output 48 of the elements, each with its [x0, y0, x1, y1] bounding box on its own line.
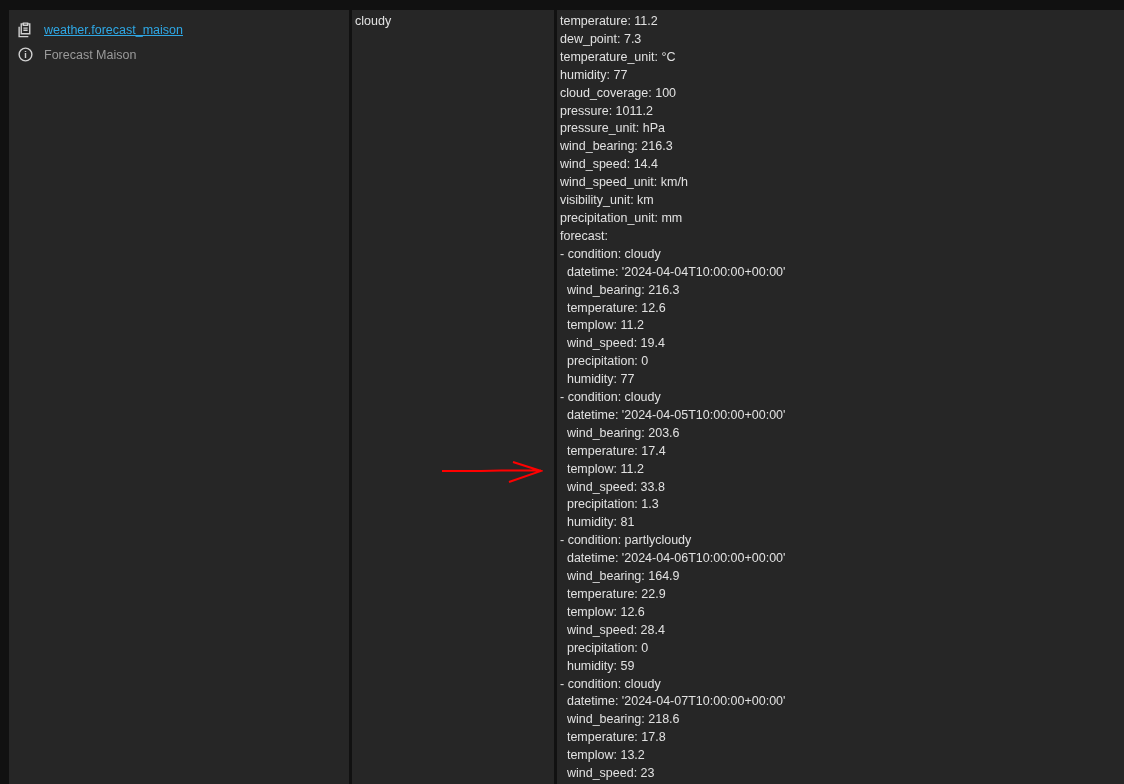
attribute-line: templow: 13.2 — [565, 747, 646, 765]
attribute-line: humidity: 59 — [565, 657, 636, 675]
attribute-line: temperature: 12.6 — [565, 299, 667, 317]
attribute-line: wind_bearing: 218.6 — [565, 711, 681, 729]
attribute-line: wind_bearing: 164.9 — [565, 568, 681, 586]
attribute-line: wind_bearing: 216.3 — [565, 281, 681, 299]
attribute-line: datetime: '2024-04-04T10:00:00+00:00' — [565, 263, 787, 281]
attribute-line: pressure_unit: hPa — [560, 120, 666, 138]
arrow-annotation-icon — [441, 461, 543, 483]
attribute-line: templow: 12.6 — [565, 603, 646, 621]
friendly-name: Forecast Maison — [44, 47, 137, 62]
attribute-line: temperature: 11.2 — [560, 13, 659, 30]
attribute-line: wind_bearing: 216.3 — [560, 138, 674, 156]
attribute-line: temperature: 17.4 — [565, 442, 667, 460]
entity-id-link[interactable]: weather.forecast_maison — [44, 22, 183, 37]
attribute-line: wind_speed: 23 — [565, 765, 656, 783]
attribute-line: templow: 11.2 — [565, 460, 645, 478]
info-icon — [17, 46, 34, 63]
attribute-line: humidity: 77 — [560, 66, 629, 84]
attribute-line: temperature: 22.9 — [565, 586, 667, 603]
attribute-line: humidity: 81 — [565, 514, 636, 532]
attribute-line: humidity: 77 — [565, 371, 636, 389]
attribute-line: precipitation: 0 — [565, 639, 650, 657]
attribute-line: wind_speed_unit: km/h — [560, 174, 689, 192]
attribute-line: cloud_coverage: 100 — [560, 84, 678, 102]
attribute-line: wind_speed: 33.8 — [565, 478, 666, 496]
attribute-line: forecast: — [560, 227, 609, 245]
attribute-line: - condition: cloudy — [560, 245, 662, 263]
attribute-line: datetime: '2024-04-07T10:00:00+00:00' — [565, 693, 787, 711]
attribute-line: - condition: cloudy — [560, 675, 662, 693]
attribute-line: dew_point: 7.3 — [560, 30, 643, 48]
attribute-line: - condition: partlycloudy — [560, 532, 693, 550]
attribute-line: visibility_unit: km — [560, 192, 655, 210]
attribute-line: wind_bearing: 203.6 — [565, 424, 681, 442]
attribute-line: wind_speed: 19.4 — [565, 335, 666, 353]
attribute-line: precipitation: 1.3 — [565, 496, 660, 514]
attribute-line: - condition: cloudy — [560, 389, 662, 407]
attribute-line: wind_speed: 14.4 — [560, 156, 659, 174]
attribute-line: templow: 11.2 — [565, 317, 645, 335]
attribute-line: temperature_unit: °C — [560, 48, 677, 66]
state-value: cloudy — [355, 14, 392, 28]
attribute-line: temperature: 17.8 — [565, 729, 667, 747]
attribute-line: datetime: '2024-04-06T10:00:00+00:00' — [565, 550, 787, 568]
attribute-line: precipitation_unit: mm — [560, 209, 684, 227]
attribute-line: pressure: 1011.2 — [560, 102, 654, 120]
attribute-line: precipitation: 0 — [565, 353, 650, 371]
attribute-line: datetime: '2024-04-05T10:00:00+00:00' — [565, 406, 787, 424]
attribute-line: wind_speed: 28.4 — [565, 621, 666, 639]
